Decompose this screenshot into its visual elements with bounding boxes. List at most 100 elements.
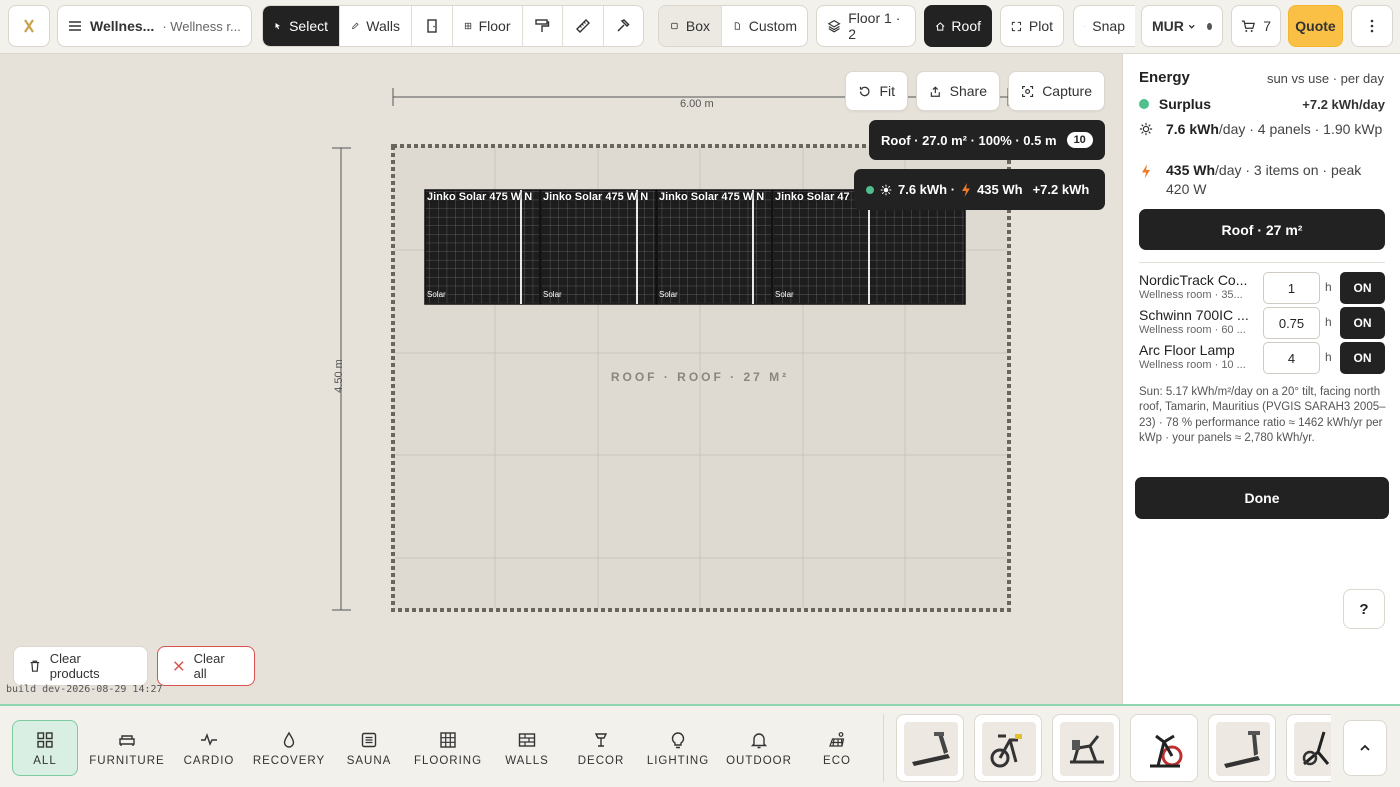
bell-icon — [750, 732, 768, 748]
done-button[interactable]: Done — [1135, 477, 1389, 519]
grid-icon — [464, 22, 471, 30]
snap-toggle-button[interactable]: Snap — [1073, 5, 1135, 47]
share-icon — [930, 85, 940, 97]
roof-badge: 10 — [1066, 132, 1093, 148]
product-thumbnail-treadmill-2[interactable] — [1208, 714, 1276, 782]
surplus-dot — [866, 185, 874, 194]
clear-all-button[interactable]: Clear all — [157, 646, 255, 686]
hours-unit: h — [1325, 280, 1332, 294]
generation-value: 7.6 kWh — [1166, 121, 1219, 137]
hours-input[interactable] — [1263, 342, 1320, 374]
appliance-row: NordicTrack Co... Wellness room · 35... … — [1139, 272, 1385, 306]
square-icon — [671, 22, 678, 30]
chevron-down-icon — [1188, 24, 1195, 29]
frame-corners-icon — [1011, 21, 1022, 31]
measure-tool-button[interactable] — [563, 6, 604, 46]
category-outdoor[interactable]: OUTDOOR — [724, 720, 794, 776]
hours-input[interactable] — [1263, 272, 1320, 304]
quote-button[interactable]: Quote — [1288, 5, 1343, 47]
appliance-row: Schwinn 700IC ... Wellness room · 60 ...… — [1139, 307, 1385, 341]
door-icon — [427, 19, 437, 33]
energy-title: Energy — [1139, 69, 1190, 86]
roof-tool-button[interactable]: Roof — [924, 5, 992, 47]
logo-button[interactable] — [8, 5, 50, 47]
solar-panel-icon — [829, 731, 845, 747]
select-tool-button[interactable]: Select — [263, 6, 340, 46]
roof-summary-button[interactable]: Roof · 27 m² — [1139, 209, 1385, 250]
trash-icon — [30, 660, 40, 672]
category-all[interactable]: ALL — [12, 720, 78, 776]
help-button[interactable]: ? — [1343, 589, 1385, 629]
spin-bike-icon — [1150, 734, 1183, 768]
project-subtitle: · Wellness r... — [162, 18, 241, 34]
appliance-room: Wellness room · 60 ... — [1139, 324, 1246, 336]
product-thumbnail-elliptical[interactable] — [1286, 714, 1331, 782]
bolt-icon — [962, 182, 971, 197]
category-recovery[interactable]: RECOVERY — [252, 720, 326, 776]
paint-roller-tool-button[interactable] — [523, 6, 563, 46]
product-thumbnail-treadmill[interactable] — [896, 714, 964, 782]
house-icon — [935, 21, 945, 31]
status-dot — [1207, 22, 1212, 30]
product-thumbnail-bike[interactable] — [974, 714, 1042, 782]
brick-wall-icon — [518, 732, 536, 747]
fit-button[interactable]: Fit — [845, 71, 908, 111]
product-thumbnail-spin-bike[interactable] — [1130, 714, 1198, 782]
box-tool-button[interactable]: Box — [659, 6, 722, 46]
energy-panel: Energy sun vs use · per day Surplus +7.2… — [1122, 54, 1400, 704]
cart-button[interactable]: 7 — [1231, 5, 1281, 47]
capture-button[interactable]: Capture — [1008, 71, 1105, 111]
category-flooring[interactable]: FLOORING — [412, 720, 484, 776]
layers-icon — [827, 19, 841, 33]
bolt-icon — [1142, 164, 1150, 179]
hours-unit: h — [1325, 350, 1332, 364]
project-menu-button[interactable]: Wellnes... · Wellness r... — [57, 5, 252, 47]
appliance-name: NordicTrack Co... — [1139, 272, 1248, 288]
panel-mini-label-4: Solar — [775, 290, 794, 299]
clear-products-button[interactable]: Clear products — [13, 646, 148, 686]
elliptical-icon — [1302, 731, 1330, 766]
expand-catalog-button[interactable] — [1343, 720, 1387, 776]
on-toggle[interactable]: ON — [1340, 272, 1385, 304]
solar-panel-3[interactable] — [656, 189, 773, 305]
surplus-label: Surplus — [1158, 96, 1212, 112]
product-thumbnail-recumbent[interactable] — [1052, 714, 1120, 782]
menu-icon — [69, 21, 81, 31]
more-options-button[interactable] — [1351, 5, 1393, 47]
plot-tool-button[interactable]: Plot — [1000, 5, 1064, 47]
usage-row: 435 Wh/day · 3 items on · peak 420 W — [1139, 161, 1385, 199]
sauna-icon — [361, 732, 377, 747]
category-walls[interactable]: WALLS — [498, 720, 556, 776]
custom-tool-button[interactable]: Custom — [722, 6, 807, 46]
currency-select[interactable]: MUR — [1141, 5, 1223, 47]
hours-input[interactable] — [1263, 307, 1320, 339]
category-decor[interactable]: DECOR — [572, 720, 630, 776]
catalog-bar: ALL FURNITURE CARDIO RECOVERY SAUNA FLOO… — [0, 704, 1400, 787]
floor-tool-button[interactable]: Floor — [453, 6, 523, 46]
flooring-grid-icon — [440, 731, 456, 748]
plan-canvas[interactable]: 6.00 m 4.50 m Jinko Solar 475 W N Jinko … — [0, 54, 1122, 704]
category-eco[interactable]: ECO — [812, 720, 862, 776]
category-cardio[interactable]: CARDIO — [180, 720, 238, 776]
walls-tool-button[interactable]: Walls — [340, 6, 412, 46]
hammer-tool-button[interactable] — [604, 6, 644, 46]
file-icon — [734, 22, 740, 30]
treadmill-icon — [912, 732, 950, 766]
grid-icon — [37, 731, 53, 748]
surplus-row: Surplus +7.2 kWh/day — [1139, 95, 1385, 114]
rotate-icon — [859, 86, 870, 96]
on-toggle[interactable]: ON — [1340, 307, 1385, 339]
solar-panel-1[interactable] — [424, 189, 541, 305]
category-lighting[interactable]: LIGHTING — [644, 720, 712, 776]
solar-panel-2[interactable] — [540, 189, 657, 305]
panel-label-1: Jinko Solar 475 W N — [427, 191, 533, 203]
door-tool-button[interactable] — [412, 6, 453, 46]
category-furniture[interactable]: FURNITURE — [88, 720, 166, 776]
category-sauna[interactable]: SAUNA — [340, 720, 398, 776]
share-button[interactable]: Share — [916, 71, 1000, 111]
sofa-icon — [119, 734, 135, 746]
on-toggle[interactable]: ON — [1340, 342, 1385, 374]
more-vertical-icon — [1370, 19, 1374, 33]
floor-level-button[interactable]: Floor 1 · 2 — [816, 5, 916, 47]
pencil-icon — [352, 22, 359, 30]
